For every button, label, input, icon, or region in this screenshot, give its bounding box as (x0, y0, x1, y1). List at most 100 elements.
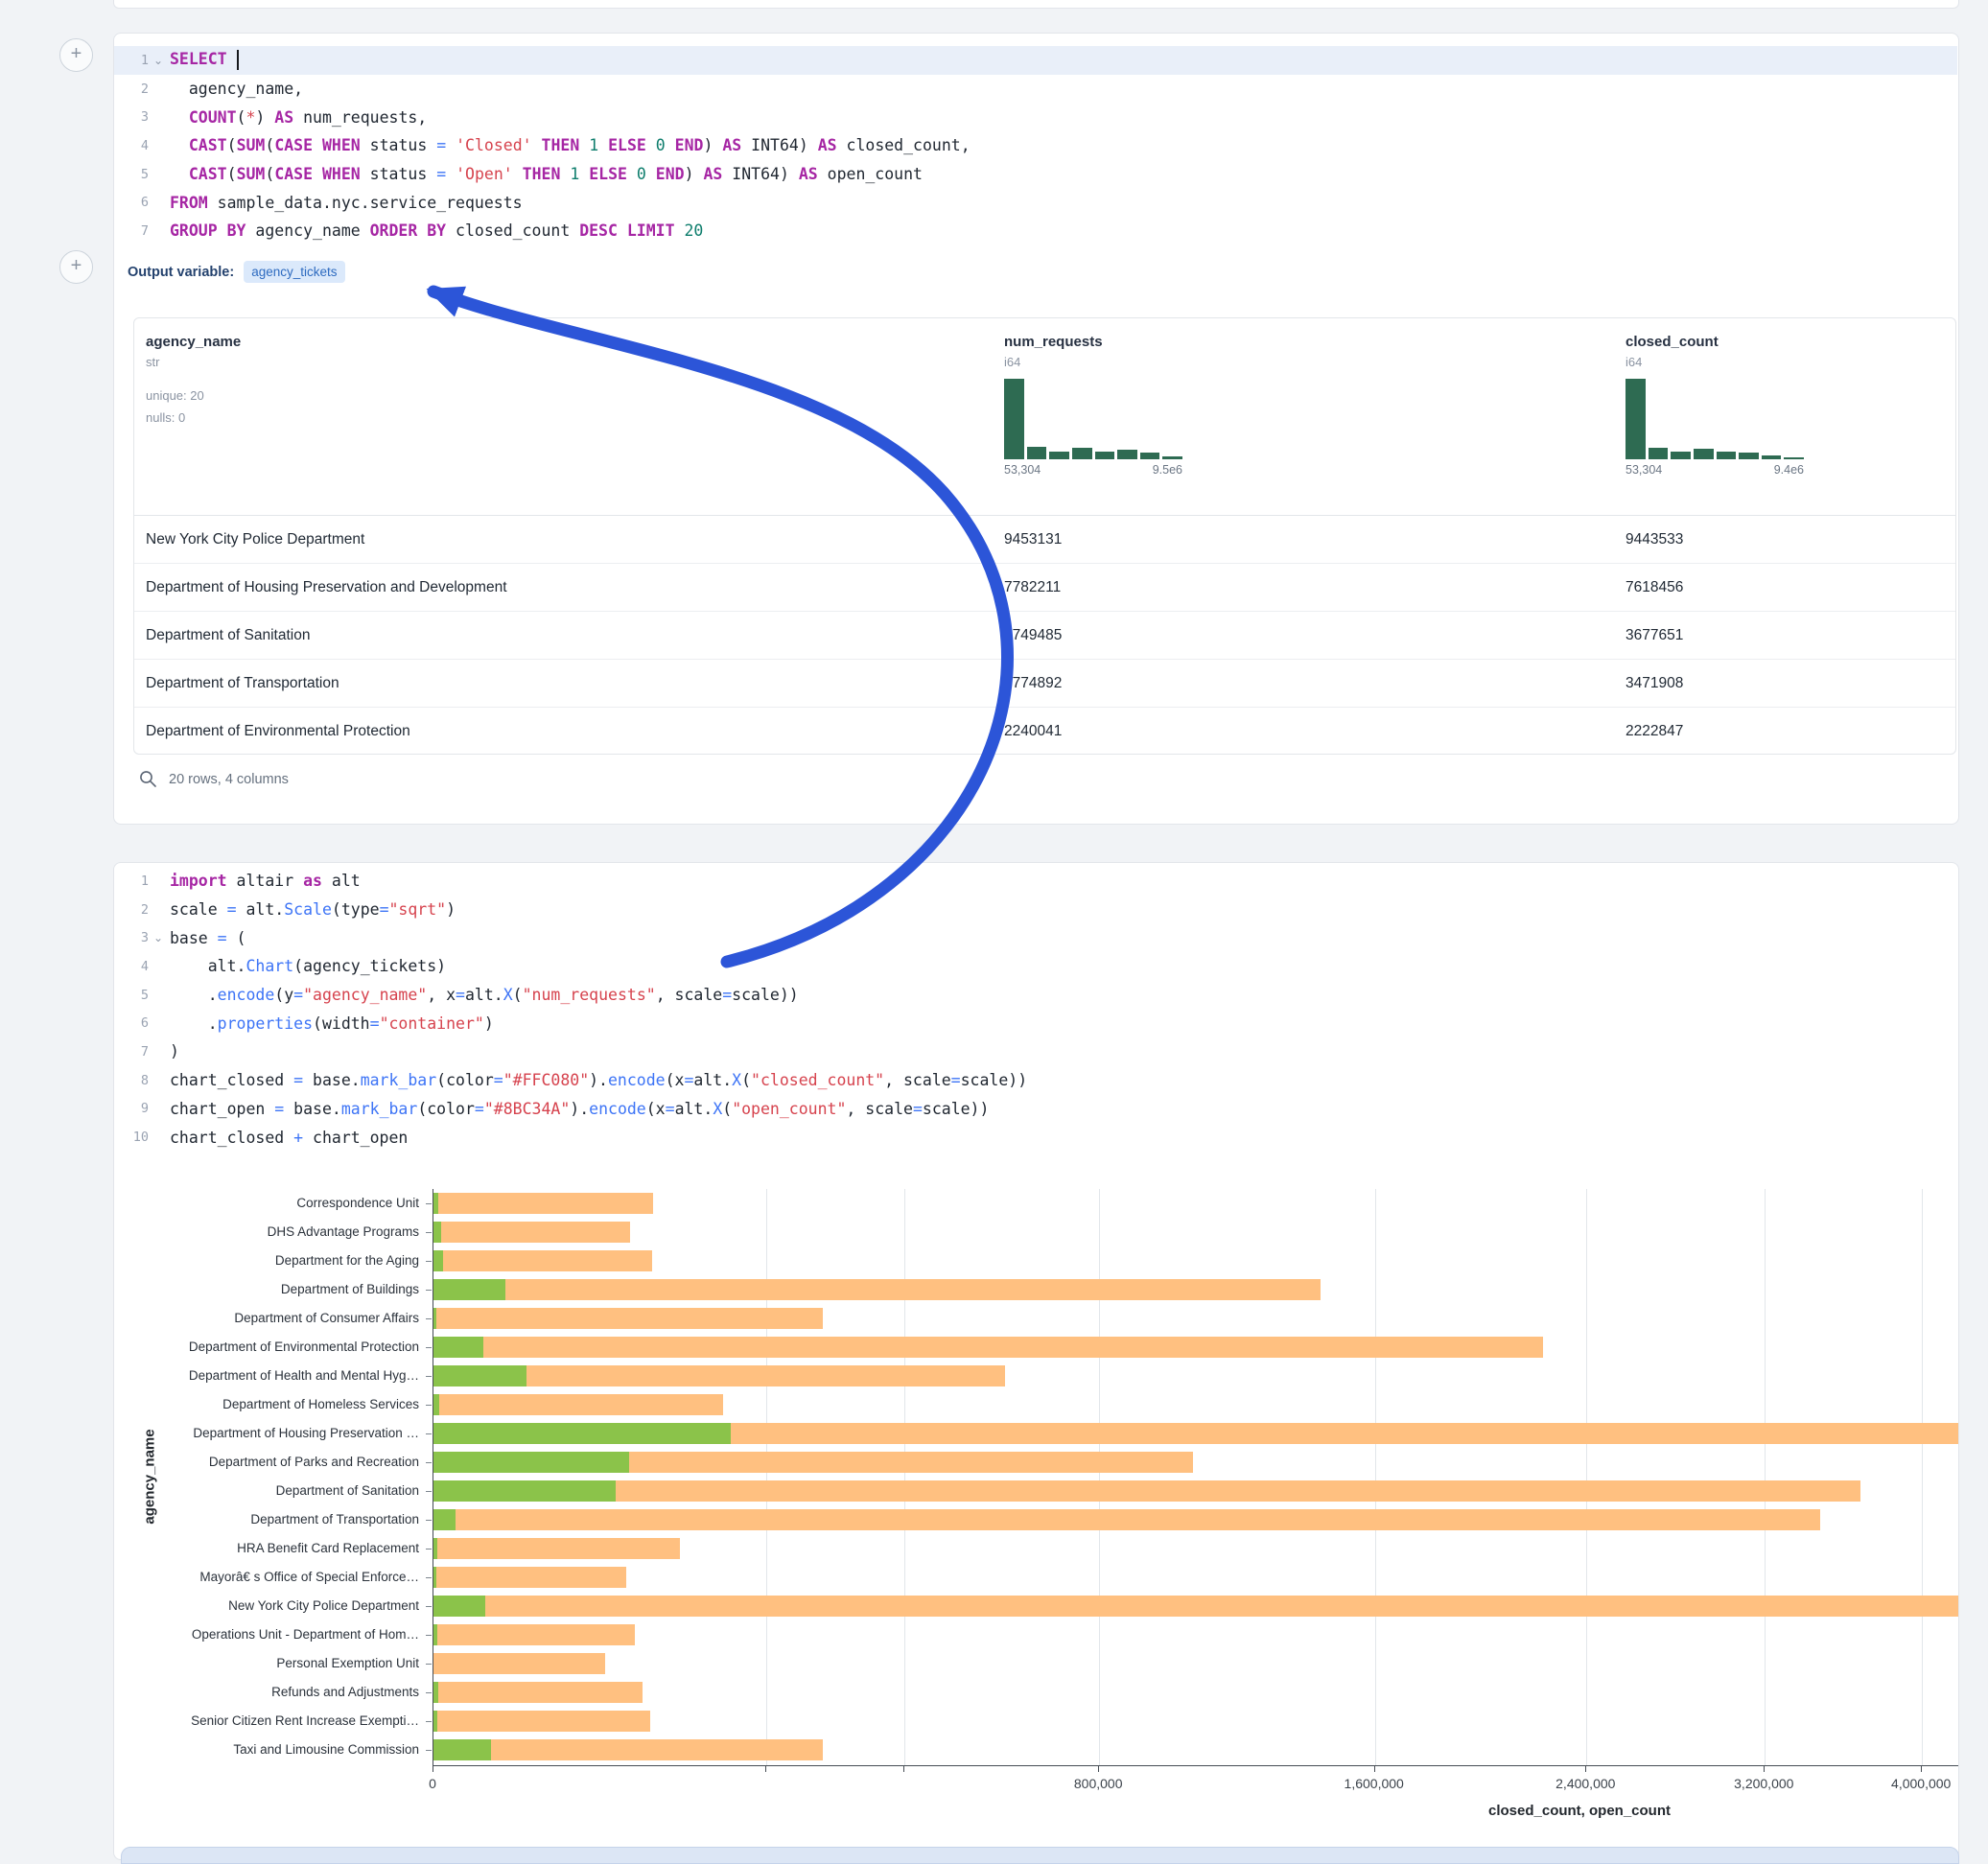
category-label: Correspondence Unit (114, 1189, 419, 1218)
python-code-line[interactable]: 6 .properties(width="container") (114, 1009, 1957, 1037)
line-number: 10 (114, 1130, 149, 1145)
bar-open-count (433, 1452, 629, 1473)
y-tick-mark (426, 1376, 432, 1377)
python-editor[interactable]: 1import altair as alt2scale = alt.Scale(… (114, 867, 1957, 1152)
category-label: Department of Sanitation (114, 1477, 419, 1505)
bar-closed-count (433, 1250, 652, 1271)
python-cell: 1import altair as alt2scale = alt.Scale(… (113, 862, 1959, 1860)
bar-open-count (433, 1365, 526, 1386)
python-code-line[interactable]: 8chart_closed = base.mark_bar(color="#FF… (114, 1066, 1957, 1095)
category-label: Department for the Aging (114, 1247, 419, 1275)
x-tick-label: 3,200,000 (1734, 1776, 1793, 1791)
table-cell: Department of Environmental Protection (134, 723, 993, 740)
category-label: Mayorâ€ s Office of Special Enforce… (114, 1563, 419, 1592)
x-tick-label: 0 (429, 1776, 436, 1791)
bar-open-count (433, 1596, 485, 1617)
bar-closed-count (433, 1538, 680, 1559)
python-code-line[interactable]: 2scale = alt.Scale(type="sqrt") (114, 896, 1957, 924)
table-cell: 2240041 (993, 723, 1614, 740)
sql-code-line[interactable]: 3 COUNT(*) AS num_requests, (114, 103, 1957, 131)
table-row[interactable]: Department of Transportation377489234719… (134, 660, 1955, 708)
y-tick-mark (426, 1318, 432, 1319)
sql-code-line[interactable]: 4 CAST(SUM(CASE WHEN status = 'Closed' T… (114, 131, 1957, 160)
gridline (1922, 1189, 1923, 1766)
notebook-page: + + 1⌄SELECT 2 agency_name,3 COUNT(*) AS… (0, 0, 1988, 1864)
histogram-bar (1762, 455, 1782, 459)
python-code-line[interactable]: 7) (114, 1037, 1957, 1066)
histogram-bar (1027, 447, 1047, 459)
python-code-line[interactable]: 4 alt.Chart(agency_tickets) (114, 952, 1957, 981)
table-cell: 9453131 (993, 531, 1614, 548)
category-label: New York City Police Department (114, 1592, 419, 1620)
table-row[interactable]: New York City Police Department945313194… (134, 516, 1955, 564)
next-cell-edge (121, 1847, 1959, 1864)
bar-open-count (433, 1279, 505, 1300)
sql-code-line[interactable]: 2 agency_name, (114, 75, 1957, 104)
y-tick-mark (426, 1721, 432, 1722)
category-label: DHS Advantage Programs (114, 1218, 419, 1247)
bar-chart: agency_name closed_count, open_count Cor… (114, 1189, 1958, 1860)
add-cell-button[interactable]: + (59, 250, 93, 284)
bar-open-count (433, 1193, 438, 1214)
sql-code-line[interactable]: 1⌄SELECT (114, 46, 1957, 75)
code-text: base = ( (168, 929, 246, 947)
bar-open-count (433, 1711, 437, 1732)
line-number: 7 (114, 1044, 149, 1060)
python-code-line[interactable]: 10chart_closed + chart_open (114, 1123, 1957, 1152)
table-cell: 2222847 (1614, 723, 1955, 740)
x-tick-mark (1585, 1766, 1586, 1772)
table-cell: 3774892 (993, 675, 1614, 692)
table-cell: Department of Sanitation (134, 627, 993, 644)
table-row[interactable]: Department of Environmental Protection22… (134, 708, 1955, 755)
table-cell: 7618456 (1614, 579, 1955, 596)
table-cell: 3471908 (1614, 675, 1955, 692)
python-code-line[interactable]: 9chart_open = base.mark_bar(color="#8BC3… (114, 1095, 1957, 1124)
column-header[interactable]: num_requestsi6453,3049.5e6 (993, 318, 1614, 515)
column-name: closed_count (1625, 334, 1955, 350)
histogram-bar (1072, 448, 1092, 459)
python-code-line[interactable]: 1import altair as alt (114, 867, 1957, 896)
python-code-line[interactable]: 3⌄base = ( (114, 923, 1957, 952)
collapse-chevron-icon[interactable]: ⌄ (149, 932, 168, 944)
y-tick-mark (426, 1462, 432, 1463)
category-label: Department of Consumer Affairs (114, 1304, 419, 1333)
table-footer: 20 rows, 4 columns (139, 770, 289, 788)
histogram-bar (1694, 449, 1714, 459)
python-code-line[interactable]: 5 .encode(y="agency_name", x=alt.X("num_… (114, 981, 1957, 1010)
sql-editor[interactable]: 1⌄SELECT 2 agency_name,3 COUNT(*) AS num… (114, 46, 1957, 245)
column-header[interactable]: agency_namestrunique: 20nulls: 0 (134, 318, 993, 515)
table-cell: New York City Police Department (134, 531, 993, 548)
category-label: Taxi and Limousine Commission (114, 1736, 419, 1764)
column-header[interactable]: closed_counti6453,3049.4e6 (1614, 318, 1955, 515)
table-row[interactable]: Department of Sanitation37494853677651 (134, 612, 1955, 660)
sql-code-line[interactable]: 6FROM sample_data.nyc.service_requests (114, 188, 1957, 217)
bar-closed-count (433, 1567, 626, 1588)
x-tick-mark (765, 1766, 766, 1772)
bar-open-count (433, 1567, 436, 1588)
chart-plot-area (433, 1189, 1958, 1766)
bar-closed-count (433, 1682, 643, 1703)
line-number: 2 (114, 902, 149, 918)
table-row[interactable]: Department of Housing Preservation and D… (134, 564, 1955, 612)
add-cell-button[interactable]: + (59, 38, 93, 72)
histogram-bar (1649, 448, 1669, 459)
search-icon[interactable] (139, 770, 157, 788)
code-text: .encode(y="agency_name", x=alt.X("num_re… (168, 986, 799, 1004)
bar-open-count (433, 1624, 437, 1645)
code-text: import altair as alt (168, 872, 361, 890)
output-variable-chip[interactable]: agency_tickets (244, 261, 344, 283)
x-tick-label: 800,000 (1074, 1776, 1123, 1791)
sql-code-line[interactable]: 7GROUP BY agency_name ORDER BY closed_co… (114, 217, 1957, 245)
column-type: i64 (1004, 355, 1614, 369)
code-text: .properties(width="container") (168, 1014, 494, 1033)
y-tick-mark (426, 1203, 432, 1204)
category-label: Department of Buildings (114, 1275, 419, 1304)
code-text: FROM sample_data.nyc.service_requests (168, 194, 523, 212)
collapse-chevron-icon[interactable]: ⌄ (149, 55, 168, 66)
y-tick-mark (426, 1606, 432, 1607)
category-label: Department of Parks and Recreation (114, 1448, 419, 1477)
bar-closed-count (433, 1222, 630, 1243)
sql-cell: 1⌄SELECT 2 agency_name,3 COUNT(*) AS num… (113, 33, 1959, 825)
sql-code-line[interactable]: 5 CAST(SUM(CASE WHEN status = 'Open' THE… (114, 160, 1957, 189)
line-number: 7 (114, 223, 149, 239)
